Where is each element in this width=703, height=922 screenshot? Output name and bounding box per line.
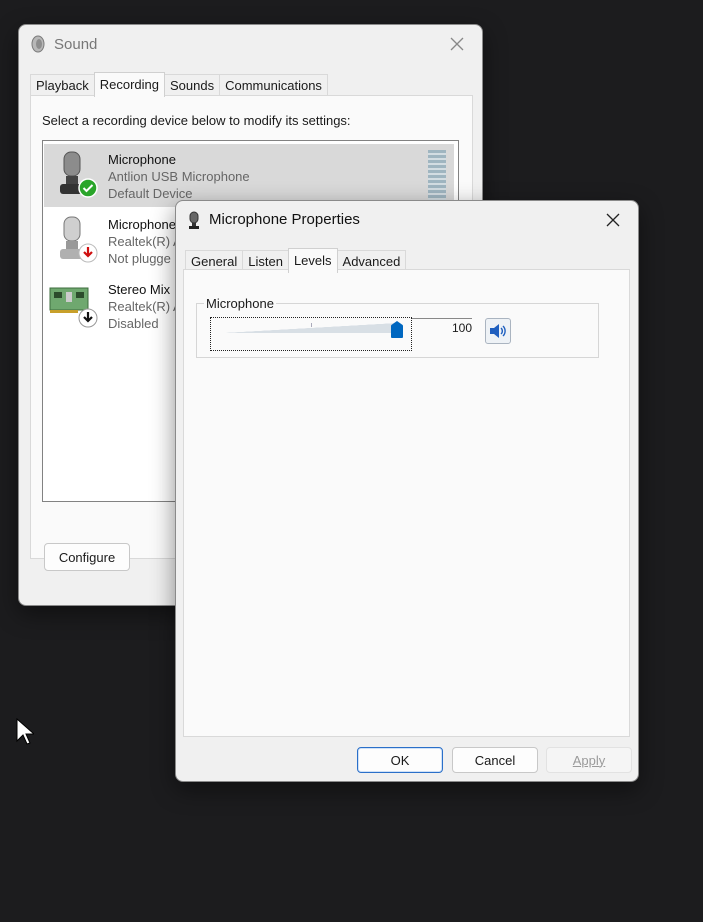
close-icon [606, 213, 620, 227]
properties-titlebar[interactable]: Microphone Properties [176, 201, 638, 239]
level-meter [428, 150, 446, 200]
close-icon [450, 37, 464, 51]
microphone-icon [54, 215, 100, 268]
device-name: Microphone [108, 152, 176, 167]
sound-tabs: Playback Recording Sounds Communications [30, 71, 328, 97]
sound-window-title: Sound [54, 36, 98, 53]
apply-button[interactable]: Apply [546, 747, 632, 773]
levels-panel: Microphone 100 [183, 269, 630, 737]
mute-button[interactable] [485, 318, 511, 344]
properties-close-button[interactable] [598, 207, 628, 233]
list-item-device-1[interactable]: Microphone Antlion USB Microphone Defaul… [44, 144, 454, 207]
tab-communications[interactable]: Communications [219, 74, 328, 96]
device-name: Microphone [108, 217, 176, 232]
ok-button[interactable]: OK [357, 747, 443, 773]
sound-card-icon [48, 280, 100, 333]
device-description: Antlion USB Microphone [108, 169, 250, 184]
sound-titlebar[interactable]: Sound [19, 25, 482, 63]
device-status: Default Device [108, 186, 193, 201]
microphone-icon [54, 150, 100, 203]
microphone-icon [188, 211, 200, 232]
sound-close-button[interactable] [442, 31, 472, 57]
tab-recording[interactable]: Recording [93, 72, 166, 97]
device-status: Not plugge [108, 251, 171, 266]
level-value: 100 [451, 321, 472, 335]
configure-button[interactable]: Configure [44, 543, 130, 571]
tab-sounds[interactable]: Sounds [164, 74, 221, 96]
device-name: Stereo Mix [108, 282, 171, 297]
microphone-level-slider[interactable] [210, 317, 412, 351]
slider-tick [311, 323, 312, 327]
group-label: Microphone [204, 296, 276, 311]
device-status: Disabled [108, 316, 159, 331]
speaker-icon [490, 324, 506, 338]
properties-window-title: Microphone Properties [209, 211, 360, 228]
mouse-cursor-icon [16, 717, 36, 749]
tab-levels[interactable]: Levels [287, 248, 338, 273]
device-description: Realtek(R) A [108, 234, 182, 249]
slider-track [225, 323, 399, 333]
microphone-level-group: Microphone 100 [196, 296, 599, 358]
cancel-button[interactable]: Cancel [452, 747, 538, 773]
device-description: Realtek(R) A [108, 299, 182, 314]
recording-instruction: Select a recording device below to modif… [42, 113, 351, 128]
speaker-icon [30, 35, 46, 56]
tab-playback[interactable]: Playback [30, 74, 95, 96]
level-value-field[interactable]: 100 [412, 318, 472, 339]
microphone-properties-window: Microphone Properties General Listen Lev… [175, 200, 639, 782]
